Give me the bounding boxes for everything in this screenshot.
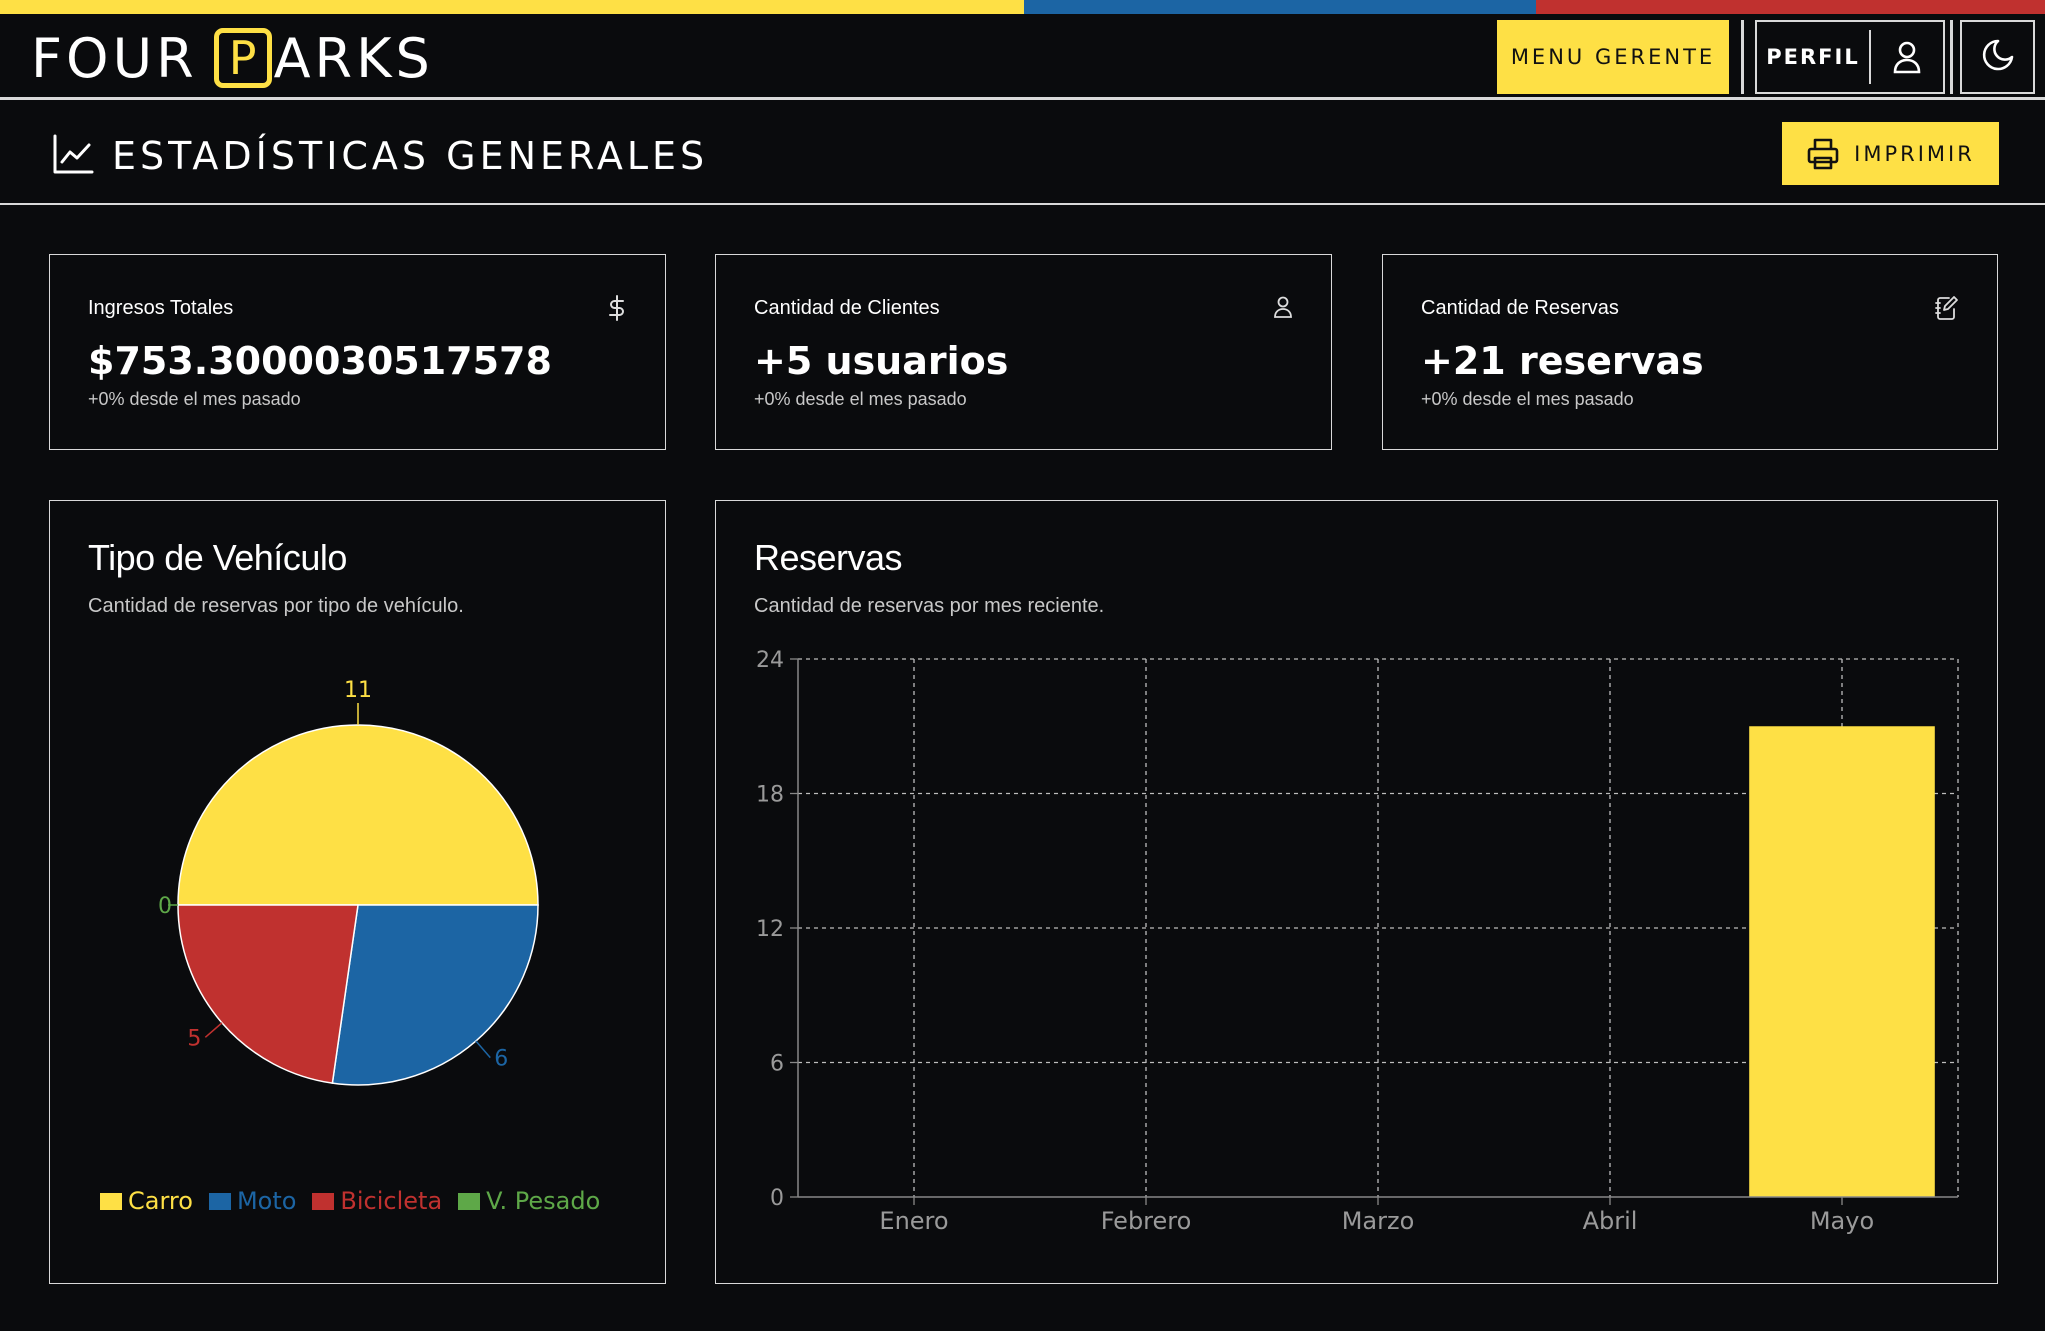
theme-toggle-button[interactable]: [1960, 20, 2035, 94]
user-icon: [1871, 40, 1943, 74]
x-tick-label: Abril: [1583, 1207, 1638, 1235]
legend-item-v-pesado[interactable]: V. Pesado: [458, 1187, 600, 1215]
y-tick-label: 6: [770, 1052, 784, 1077]
pie-value-label: 0: [158, 894, 172, 919]
moon-icon: [1981, 38, 2015, 76]
brand-text-right: ARKS: [273, 26, 434, 90]
legend-swatch: [100, 1192, 122, 1210]
legend-item-carro[interactable]: Carro: [100, 1187, 193, 1215]
flag-yellow: [0, 0, 1024, 14]
stat-value: +21 reservas: [1421, 339, 1704, 383]
x-tick-label: Febrero: [1101, 1207, 1192, 1235]
pie-slice-carro: [177, 724, 539, 906]
brand-text-left: FOUR: [31, 26, 198, 90]
notebook-pen-icon: [1935, 295, 1959, 325]
legend-swatch: [208, 1192, 231, 1210]
user-icon: [1273, 295, 1293, 323]
menu-gerente-button[interactable]: MENU GERENTE: [1497, 20, 1729, 94]
pie-label-line: [475, 1040, 491, 1059]
stat-value: $753.3000030517578: [88, 339, 552, 383]
pie-label-line: [204, 1022, 223, 1038]
stat-change: +0% desde el mes pasado: [88, 389, 301, 409]
page-title: ESTADÍSTICAS GENERALES: [112, 134, 709, 178]
legend-label: V. Pesado: [486, 1187, 601, 1215]
pie-slice-bicicleta: [177, 904, 359, 1085]
stat-change: +0% desde el mes pasado: [1421, 389, 1634, 409]
perfil-label: PERFIL: [1766, 45, 1860, 69]
chart-description: Cantidad de reservas por mes reciente.: [754, 595, 1105, 617]
legend-label: Moto: [236, 1187, 297, 1215]
x-tick-label: Marzo: [1342, 1207, 1415, 1235]
bar-mayo: [1749, 726, 1935, 1197]
stat-card-reservas: Cantidad de Reservas +21 reservas +0% de…: [1382, 254, 1998, 450]
print-button[interactable]: IMPRIMIR: [1782, 122, 1999, 185]
legend-label: Bicicleta: [340, 1187, 443, 1215]
line-chart-icon: [52, 133, 94, 179]
y-tick-label: 12: [756, 917, 784, 942]
page-title-group: ESTADÍSTICAS GENERALES: [52, 133, 708, 179]
page-header: ESTADÍSTICAS GENERALES IMPRIMIR: [0, 103, 2045, 205]
perfil-button[interactable]: PERFIL: [1755, 20, 1945, 94]
pie-legend: Carro Moto Bicicleta V. Pesado: [100, 1187, 616, 1215]
vehicle-pie-chart: 11 6 5 0: [158, 678, 539, 1086]
legend-swatch: [458, 1192, 481, 1210]
pie-value-label: 5: [187, 1026, 201, 1051]
stat-card-clientes: Cantidad de Clientes +5 usuarios +0% des…: [715, 254, 1332, 450]
y-tick-label: 24: [756, 648, 784, 673]
legend-item-bicicleta[interactable]: Bicicleta: [312, 1187, 442, 1215]
stat-title: Cantidad de Clientes: [754, 297, 940, 319]
chart-title: Reservas: [754, 537, 903, 578]
stat-title: Cantidad de Reservas: [1421, 297, 1619, 319]
x-tick-label: Enero: [879, 1207, 948, 1235]
nav-divider: [1741, 20, 1744, 94]
stat-change: +0% desde el mes pasado: [754, 389, 967, 409]
vehicle-type-card: Tipo de Vehículo Cantidad de reservas po…: [49, 500, 666, 1284]
flag-stripe: [0, 0, 2045, 14]
reservas-card: Reservas Cantidad de reservas por mes re…: [715, 500, 1998, 1284]
stat-card-ingresos: Ingresos Totales $753.3000030517578 +0% …: [49, 254, 666, 450]
brand-p-badge: P: [213, 28, 272, 88]
nav-divider: [1950, 20, 1953, 94]
print-label: IMPRIMIR: [1854, 141, 1975, 166]
flag-red: [1536, 0, 2045, 14]
legend-label: Carro: [128, 1187, 193, 1215]
y-tick-label: 18: [756, 783, 784, 808]
brand-logo[interactable]: FOUR P ARKS: [31, 26, 434, 90]
printer-icon: [1807, 138, 1839, 169]
x-tick-label: Mayo: [1810, 1207, 1874, 1235]
stat-title: Ingresos Totales: [88, 297, 234, 319]
stat-value: +5 usuarios: [754, 339, 1009, 383]
legend-swatch: [312, 1192, 335, 1210]
chart-title: Tipo de Vehículo: [88, 537, 347, 578]
legend-item-moto[interactable]: Moto: [208, 1187, 297, 1215]
y-tick-label: 0: [770, 1186, 784, 1211]
pie-value-label: 6: [494, 1047, 508, 1072]
dollar-icon: [607, 295, 627, 325]
flag-blue: [1024, 0, 1536, 14]
top-navbar: FOUR P ARKS MENU GERENTE PERFIL: [0, 14, 2045, 100]
reservas-bar-chart: 0 6 12 18 24 Enero Febrero Marzo Abril Mayo: [756, 648, 1959, 1235]
pie-value-label: 11: [344, 678, 372, 703]
